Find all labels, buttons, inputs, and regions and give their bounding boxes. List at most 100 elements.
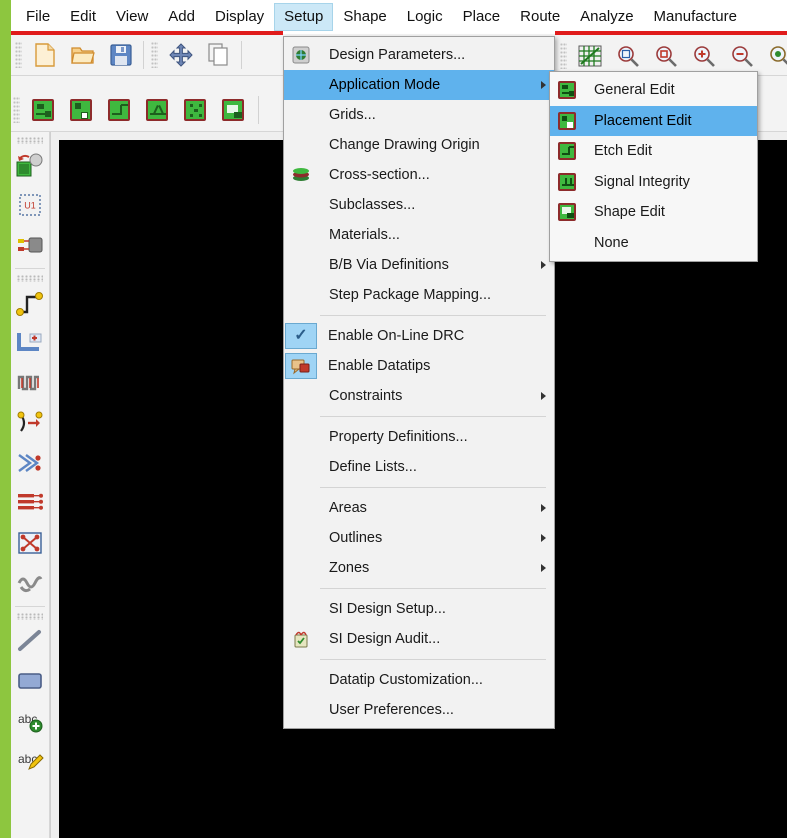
menu-item-si-design-audit[interactable]: SI Design Audit... xyxy=(284,624,554,654)
none-mode-icon[interactable] xyxy=(215,93,251,127)
menu-item-route[interactable]: Route xyxy=(510,3,570,31)
menu-item-b-b-via-definitions[interactable]: B/B Via Definitions xyxy=(284,250,554,280)
menu-item-property-definitions[interactable]: Property Definitions... xyxy=(284,422,554,452)
submenu-item-label: Etch Edit xyxy=(594,143,653,160)
menu-item-design-parameters[interactable]: Design Parameters... xyxy=(284,40,554,70)
toolbar-grip-3[interactable] xyxy=(560,42,567,69)
submenu-item-none[interactable]: None xyxy=(550,228,757,259)
add-text-icon[interactable]: abc xyxy=(12,701,48,741)
menu-item-view[interactable]: View xyxy=(106,3,158,31)
menu-icon-empty xyxy=(284,425,318,449)
spread-between-voids-icon[interactable] xyxy=(12,563,48,603)
zoom-in-icon[interactable] xyxy=(686,39,722,73)
menu-icon-empty xyxy=(284,73,318,97)
submenu-arrow-icon xyxy=(532,534,554,542)
menu-icon-empty xyxy=(284,253,318,277)
toolbar-grip-2[interactable] xyxy=(151,42,158,68)
swap-components-icon[interactable] xyxy=(12,225,48,265)
signal-integrity-mode-icon[interactable] xyxy=(139,93,175,127)
menu-separator xyxy=(320,588,546,589)
menu-item-label: SI Design Audit... xyxy=(329,631,441,647)
menu-item-areas[interactable]: Areas xyxy=(284,493,554,523)
submenu-item-general-edit[interactable]: General Edit xyxy=(550,75,757,106)
menu-item-user-preferences[interactable]: User Preferences... xyxy=(284,695,554,725)
menu-icon-empty xyxy=(284,103,318,127)
menu-item-enable-on-line-drc[interactable]: ✓ Enable On-Line DRC xyxy=(284,321,554,351)
shape-edit-mode-icon[interactable] xyxy=(177,93,213,127)
signal-integrity-icon xyxy=(550,170,584,194)
menu-separator xyxy=(320,659,546,660)
copy-icon[interactable] xyxy=(201,38,237,72)
menu-item-file[interactable]: File xyxy=(16,3,60,31)
component-u1-icon[interactable]: U1 xyxy=(12,185,48,225)
menu-item-constraints[interactable]: Constraints xyxy=(284,381,554,411)
toolbar-grip[interactable] xyxy=(15,42,22,68)
menu-item-place[interactable]: Place xyxy=(453,3,511,31)
menu-item-materials[interactable]: Materials... xyxy=(284,220,554,250)
place-manual-icon[interactable] xyxy=(12,145,48,185)
grid-toggle-icon[interactable] xyxy=(572,39,608,73)
move-icon[interactable] xyxy=(163,38,199,72)
submenu-item-signal-integrity[interactable]: Signal Integrity xyxy=(550,167,757,198)
menu-item-datatip-customization[interactable]: Datatip Customization... xyxy=(284,665,554,695)
menu-item-si-design-setup[interactable]: SI Design Setup... xyxy=(284,594,554,624)
zoom-fit-icon[interactable] xyxy=(610,39,646,73)
via-array-icon[interactable] xyxy=(12,523,48,563)
new-file-icon[interactable] xyxy=(27,38,63,72)
etch-edit-mode-icon[interactable] xyxy=(101,93,137,127)
menu-item-grids[interactable]: Grids... xyxy=(284,100,554,130)
route-vision-icon[interactable] xyxy=(12,443,48,483)
save-disk-icon[interactable] xyxy=(103,38,139,72)
placement-edit-mode-icon[interactable] xyxy=(63,93,99,127)
add-connect-icon[interactable] xyxy=(12,283,48,323)
edit-text-icon[interactable]: abc xyxy=(12,741,48,781)
menu-item-cross-section[interactable]: Cross-section... xyxy=(284,160,554,190)
menu-item-label: Enable On-Line DRC xyxy=(328,328,465,344)
menu-item-enable-datatips[interactable]: Enable Datatips xyxy=(284,351,554,381)
menu-item-outlines[interactable]: Outlines xyxy=(284,523,554,553)
submenu-item-shape-edit[interactable]: Shape Edit xyxy=(550,197,757,228)
menu-item-analyze[interactable]: Analyze xyxy=(570,3,643,31)
menu-item-setup[interactable]: Setup xyxy=(274,3,334,31)
slide-trace-icon[interactable] xyxy=(12,323,48,363)
menu-item-add[interactable]: Add xyxy=(158,3,205,31)
shape-edit-icon xyxy=(550,200,584,224)
menu-item-zones[interactable]: Zones xyxy=(284,553,554,583)
add-line-icon[interactable] xyxy=(12,621,48,661)
add-rectangle-icon[interactable] xyxy=(12,661,48,701)
palette-grip-2[interactable] xyxy=(17,275,43,282)
menubar-underline-right xyxy=(555,31,787,35)
menu-item-step-package-mapping[interactable]: Step Package Mapping... xyxy=(284,280,554,310)
menu-item-change-drawing-origin[interactable]: Change Drawing Origin xyxy=(284,130,554,160)
open-folder-icon[interactable] xyxy=(65,38,101,72)
palette-grip-1[interactable] xyxy=(17,137,43,144)
submenu-item-etch-edit[interactable]: Etch Edit xyxy=(550,136,757,167)
menu-item-label: Change Drawing Origin xyxy=(329,137,480,153)
menu-item-logic[interactable]: Logic xyxy=(397,3,453,31)
menu-item-shape[interactable]: Shape xyxy=(333,3,396,31)
general-edit-mode-icon[interactable] xyxy=(25,93,61,127)
menu-item-application-mode[interactable]: Application Mode xyxy=(284,70,554,100)
delay-tune-icon[interactable] xyxy=(12,363,48,403)
menu-item-label: Design Parameters... xyxy=(329,47,466,63)
menu-item-label: Constraints xyxy=(329,388,403,404)
setup-dropdown-menu: Design Parameters... Application Mode Grid… xyxy=(283,36,555,729)
submenu-item-placement-edit[interactable]: Placement Edit xyxy=(550,105,757,136)
menu-item-subclasses[interactable]: Subclasses... xyxy=(284,190,554,220)
custom-smooth-icon[interactable] xyxy=(12,403,48,443)
menu-icon-empty xyxy=(284,597,318,621)
menu-item-define-lists[interactable]: Define Lists... xyxy=(284,452,554,482)
zoom-selection-icon[interactable] xyxy=(648,39,684,73)
submenu-item-label: General Edit xyxy=(594,82,675,99)
menu-item-label: Enable Datatips xyxy=(328,358,431,374)
net-list-icon[interactable] xyxy=(12,483,48,523)
application-window: File Edit View Add Display Setup Shape Logic Pla… xyxy=(0,0,787,838)
mode-toolbar-grip[interactable] xyxy=(13,96,20,123)
menu-item-display[interactable]: Display xyxy=(205,3,274,31)
palette-grip-3[interactable] xyxy=(17,613,43,620)
menu-item-manufacture[interactable]: Manufacture xyxy=(644,3,747,31)
zoom-points-icon[interactable] xyxy=(762,39,787,73)
menu-item-edit[interactable]: Edit xyxy=(60,3,106,31)
zoom-out-icon[interactable] xyxy=(724,39,760,73)
menu-icon-empty xyxy=(284,496,318,520)
